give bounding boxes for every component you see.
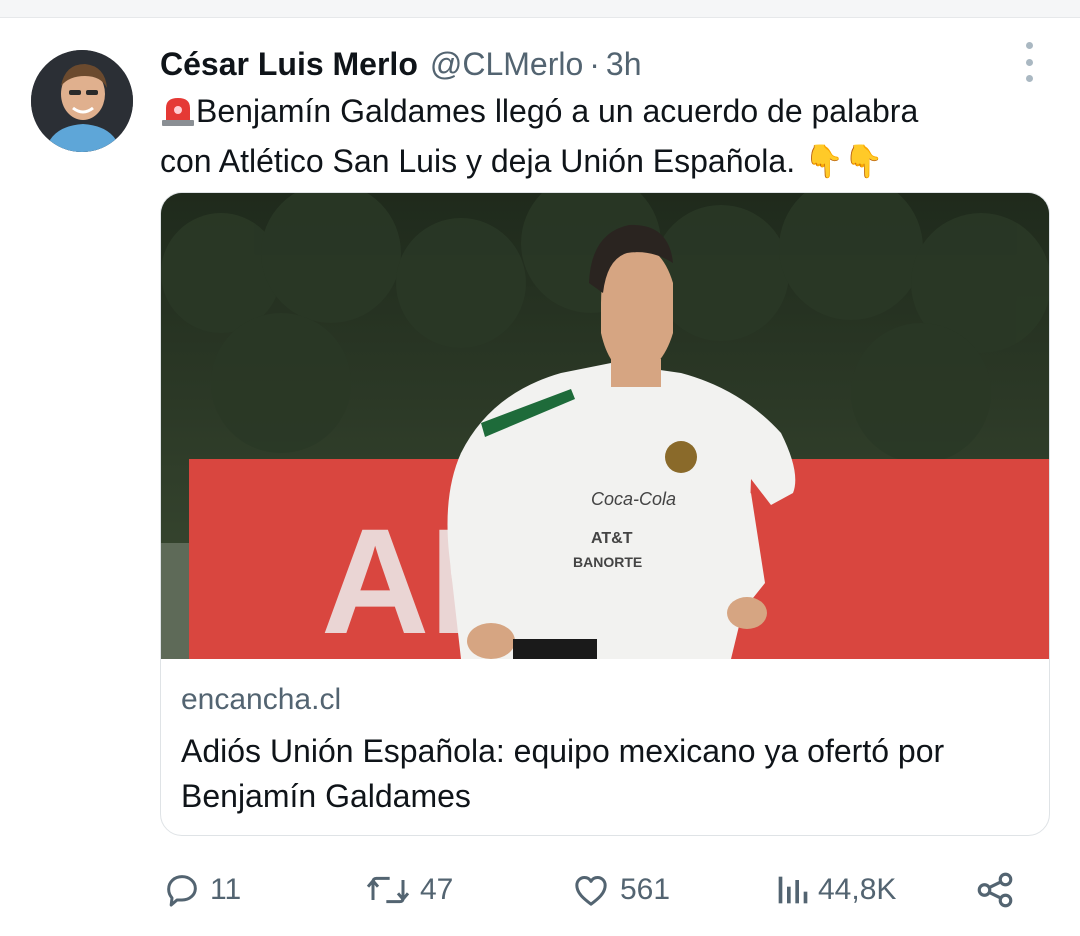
share-icon: [977, 872, 1013, 908]
views-count: 44,8K: [818, 873, 897, 906]
link-card[interactable]: ANO Coca-Cola AT&T BANORTE encancha.cl A…: [160, 192, 1050, 836]
jersey-sponsor-3: BANORTE: [573, 554, 642, 570]
card-photo: ANO Coca-Cola AT&T BANORTE: [161, 193, 1049, 659]
share-button[interactable]: [974, 860, 1016, 920]
card-domain[interactable]: encancha.cl: [181, 683, 341, 717]
tweet-text-line-2: con Atlético San Luis y deja Unión Españ…: [160, 143, 884, 179]
retweet-button[interactable]: 47: [364, 860, 453, 920]
top-divider: [0, 0, 1080, 18]
more-options-icon[interactable]: [1018, 42, 1040, 82]
author-avatar[interactable]: [31, 50, 133, 152]
author-handle[interactable]: @CLMerlo: [430, 46, 583, 83]
header-separator: ·: [589, 45, 600, 82]
like-button[interactable]: 561: [570, 860, 670, 920]
tweet-text-line-1: Benjamín Galdames llegó a un acuerdo de …: [160, 88, 1040, 138]
tweet-text: Benjamín Galdames llegó a un acuerdo de …: [160, 88, 1040, 184]
author-name[interactable]: César Luis Merlo: [160, 46, 418, 83]
views-chart-icon: [778, 876, 808, 904]
retweet-icon: [366, 876, 410, 904]
views-button[interactable]: 44,8K: [774, 860, 896, 920]
card-image[interactable]: ANO Coca-Cola AT&T BANORTE: [161, 193, 1049, 659]
jersey-sponsor-1: Coca-Cola: [591, 489, 676, 509]
reply-count: 11: [210, 873, 242, 906]
siren-emoji-icon: [160, 92, 196, 138]
avatar-photo: [31, 50, 133, 152]
reply-button[interactable]: 11: [162, 860, 241, 920]
tweet-actions: 11 47 561 44,8K: [0, 860, 1080, 920]
reply-icon: [167, 875, 197, 907]
tweet-header: César Luis Merlo @CLMerlo · 3h: [160, 42, 642, 86]
like-count: 561: [620, 873, 671, 906]
retweet-count: 47: [420, 873, 454, 906]
tweet-text-line-1-content: Benjamín Galdames llegó a un acuerdo de …: [196, 93, 919, 129]
jersey-sponsor-2: AT&T: [591, 530, 633, 547]
heart-icon: [575, 876, 607, 906]
card-title[interactable]: Adiós Unión Española: equipo mexicano ya…: [181, 729, 1041, 819]
tweet-timestamp[interactable]: 3h: [606, 46, 642, 83]
